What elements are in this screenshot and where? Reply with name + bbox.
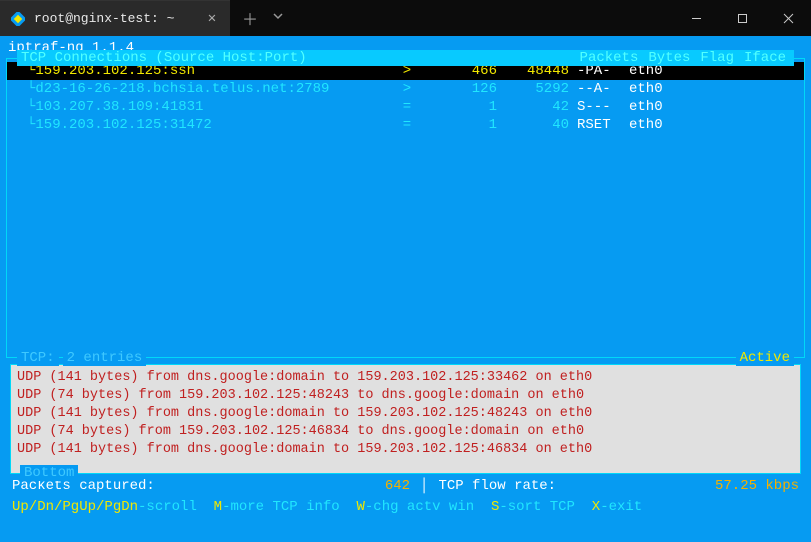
conn-iface: eth0 (629, 116, 679, 134)
conn-direction-icon: = (397, 98, 417, 116)
connection-row[interactable]: └103.207.38.109:41831=142S---eth0 (7, 98, 804, 116)
tcp-proto-label: TCP: (17, 350, 59, 366)
tcp-header-label: TCP Connections (Source Host:Port) (17, 50, 311, 66)
col-packets: Packets (576, 50, 643, 66)
conn-flag: S--- (577, 98, 629, 116)
log-line: UDP (141 bytes) from dns.google:domain t… (17, 405, 794, 423)
tcp-panel-header: TCP Connections (Source Host:Port) Packe… (17, 50, 794, 66)
terminal-app-icon (10, 11, 26, 27)
connection-row[interactable]: └d23-16-26-218.bchsia.telus.net:2789>126… (7, 80, 804, 98)
terminal-viewport[interactable]: iptraf-ng 1.1.4 TCP Connections (Source … (0, 36, 811, 542)
conn-iface: eth0 (629, 98, 679, 116)
col-iface: Iface (740, 50, 790, 66)
conn-bytes: 40 (497, 116, 577, 134)
terminal-tab[interactable]: root@nginx-test: ~ ✕ (0, 0, 230, 36)
window-titlebar: root@nginx-test: ~ ✕ ＋ (0, 0, 811, 36)
tcp-connections-panel: TCP Connections (Source Host:Port) Packe… (6, 58, 805, 358)
conn-packets: 1 (417, 116, 497, 134)
connection-row[interactable]: └159.203.102.125:31472=140RSETeth0 (7, 116, 804, 134)
window-controls (673, 0, 811, 36)
conn-bytes: 5292 (497, 80, 577, 98)
conn-bytes: 42 (497, 98, 577, 116)
log-line: UDP (74 bytes) from 159.203.102.125:4824… (17, 387, 794, 405)
tcp-panel-footer: TCP: 2 entries Active (17, 350, 794, 366)
conn-flag: RSET (577, 116, 629, 134)
conn-iface: eth0 (629, 80, 679, 98)
help-bar: Up/Dn/PgUp/PgDn-scroll M-more TCP info W… (6, 498, 805, 516)
close-window-button[interactable] (765, 0, 811, 36)
tab-bar: ＋ (230, 0, 811, 36)
active-window-label: Active (736, 350, 794, 366)
help-key-more: M (214, 498, 222, 516)
conn-packets: 1 (417, 98, 497, 116)
connection-list[interactable]: └159.203.102.125:ssh>46648448-PA-eth0└d2… (7, 59, 804, 134)
conn-host: └103.207.38.109:41831 (27, 98, 397, 116)
conn-flag: --A- (577, 80, 629, 98)
help-key-scroll: Up/Dn/PgUp/PgDn (12, 498, 138, 516)
packets-captured-value: 642 (385, 477, 410, 495)
tab-dropdown-button[interactable] (272, 9, 284, 27)
log-line: UDP (74 bytes) from 159.203.102.125:4683… (17, 423, 794, 441)
new-tab-button[interactable]: ＋ (242, 6, 258, 30)
conn-host: └159.203.102.125:31472 (27, 116, 397, 134)
tcp-entry-count: 2 entries (63, 350, 147, 366)
log-scroll-position: Bottom (20, 465, 78, 481)
stats-bar: Packets captured: 642 │ TCP flow rate: 5… (6, 477, 805, 495)
flow-rate-label: TCP flow rate: (438, 477, 556, 495)
help-key-sort: S (491, 498, 499, 516)
minimize-button[interactable] (673, 0, 719, 36)
close-tab-button[interactable]: ✕ (204, 10, 220, 27)
conn-direction-icon: > (397, 80, 417, 98)
packet-log-panel[interactable]: UDP (141 bytes) from dns.google:domain t… (10, 364, 801, 474)
log-line: UDP (141 bytes) from dns.google:domain t… (17, 369, 794, 387)
conn-host: └d23-16-26-218.bchsia.telus.net:2789 (27, 80, 397, 98)
col-bytes: Bytes (644, 50, 694, 66)
conn-packets: 126 (417, 80, 497, 98)
col-flag: Flag (696, 50, 738, 66)
flow-rate-value: 57.25 kbps (715, 477, 799, 495)
conn-direction-icon: = (397, 116, 417, 134)
help-key-win: W (357, 498, 365, 516)
help-key-exit: X (592, 498, 600, 516)
tab-title: root@nginx-test: ~ (34, 11, 196, 26)
maximize-button[interactable] (719, 0, 765, 36)
log-line: UDP (141 bytes) from dns.google:domain t… (17, 441, 794, 459)
